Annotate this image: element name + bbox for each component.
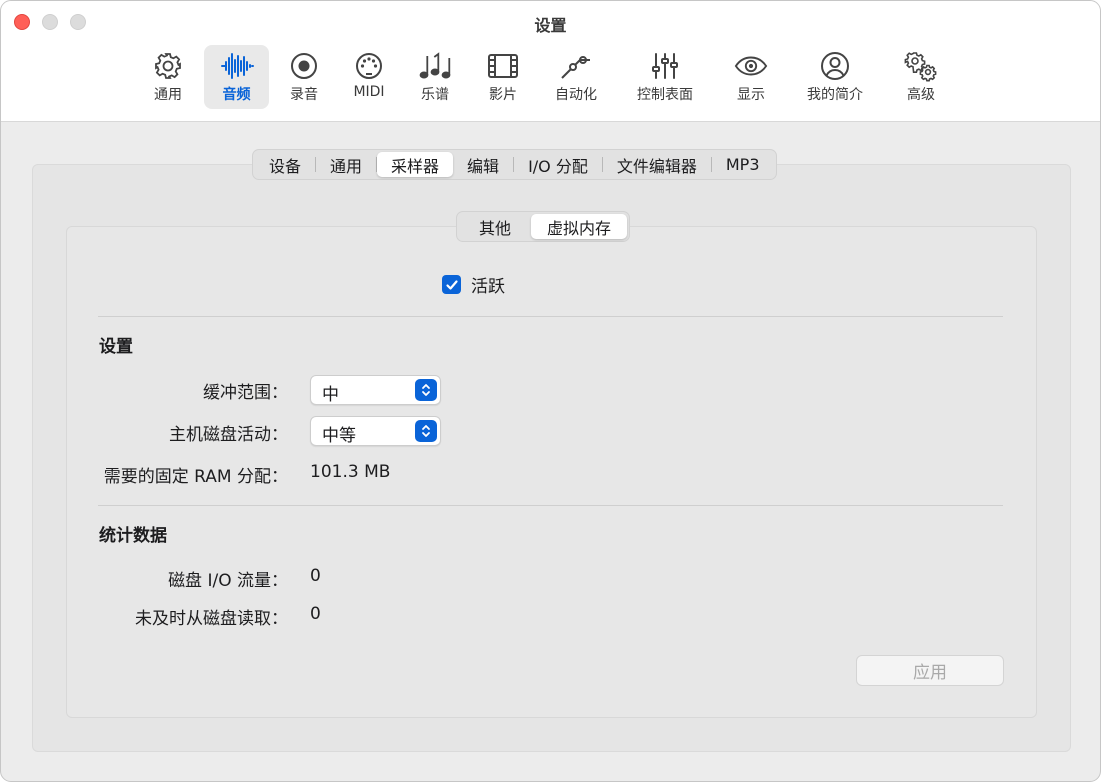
toolbar-item-advanced[interactable]: 高级 [897, 45, 945, 109]
toolbar-item-score[interactable]: 乐谱 [411, 45, 459, 109]
divider [98, 316, 1003, 317]
toolbar-item-my-info[interactable]: 我的简介 [799, 45, 871, 109]
checkmark-icon [445, 279, 458, 290]
toolbar-label-control-surfaces: 控制表面 [637, 87, 693, 103]
preferences-window: 设置 通用 音频 录音 MIDI 乐谱 影片 自动化 控制表面 显示 我的简介 … [0, 0, 1101, 782]
toolbar-label-midi: MIDI [353, 84, 385, 100]
sampler-subtab-bar: 其他 虚拟内存 [456, 211, 631, 242]
audio-tab-bar: 设备 通用 采样器 编辑 I/O 分配 文件编辑器 MP3 [252, 149, 777, 180]
toolbar-label-automation: 自动化 [555, 87, 597, 103]
automation-curve-icon [556, 49, 596, 83]
toolbar-item-general[interactable]: 通用 [144, 45, 192, 109]
late-reads-label: 未及时从磁盘读取： [135, 609, 288, 629]
buffer-range-popup[interactable]: 中 [310, 375, 441, 405]
midi-connector-icon [349, 49, 389, 83]
preferences-toolbar: 通用 音频 录音 MIDI 乐谱 影片 自动化 控制表面 显示 我的简介 高级 [1, 45, 1100, 111]
toolbar-item-recording[interactable]: 录音 [280, 45, 328, 109]
person-circle-icon [815, 49, 855, 83]
subtab-virtual-memory[interactable]: 虚拟内存 [531, 214, 628, 239]
toolbar-item-automation[interactable]: 自动化 [548, 45, 604, 109]
disk-io-label: 磁盘 I/O 流量： [168, 571, 288, 591]
film-icon [483, 49, 523, 83]
toolbar-label-my-info: 我的简介 [807, 87, 863, 103]
music-notes-icon [415, 49, 455, 83]
gear-icon [148, 49, 188, 83]
toolbar-item-audio[interactable]: 音频 [204, 45, 269, 109]
active-checkbox[interactable] [442, 275, 461, 294]
fixed-ram-label: 需要的固定 RAM 分配： [103, 467, 288, 487]
toolbar-label-general: 通用 [154, 87, 182, 103]
chevron-updown-icon [415, 420, 437, 442]
host-disk-activity-popup[interactable]: 中等 [310, 416, 441, 446]
host-disk-activity-label: 主机磁盘活动： [169, 425, 288, 445]
toolbar-item-midi[interactable]: MIDI [345, 45, 393, 109]
active-checkbox-row[interactable]: 活跃 [442, 272, 505, 297]
gears-icon [901, 49, 941, 83]
fixed-ram-value: 101.3 MB [310, 462, 391, 482]
toolbar-label-score: 乐谱 [421, 87, 449, 103]
titlebar: 设置 通用 音频 录音 MIDI 乐谱 影片 自动化 控制表面 显示 我的简介 … [1, 1, 1100, 122]
apply-button[interactable]: 应用 [856, 655, 1004, 686]
tab-file-editor[interactable]: 文件编辑器 [603, 152, 711, 177]
toolbar-label-display: 显示 [737, 87, 765, 103]
statistics-section-title: 统计数据 [99, 526, 167, 546]
tab-devices[interactable]: 设备 [255, 152, 315, 177]
toolbar-label-movie: 影片 [489, 87, 517, 103]
buffer-range-value: 中 [322, 385, 339, 405]
toolbar-item-control-surfaces[interactable]: 控制表面 [629, 45, 701, 109]
toolbar-label-recording: 录音 [290, 87, 318, 103]
tab-general[interactable]: 通用 [316, 152, 376, 177]
eye-icon [731, 49, 771, 83]
toolbar-label-audio: 音频 [222, 87, 251, 103]
settings-section-title: 设置 [99, 337, 133, 357]
record-icon [284, 49, 324, 83]
disk-io-value: 0 [310, 566, 321, 586]
tab-mp3[interactable]: MP3 [712, 152, 774, 177]
buffer-range-label: 缓冲范围： [203, 383, 288, 403]
tab-editing[interactable]: 编辑 [453, 152, 513, 177]
chevron-updown-icon [415, 379, 437, 401]
active-checkbox-label: 活跃 [471, 277, 505, 297]
window-title: 设置 [534, 16, 567, 35]
waveform-icon [217, 49, 257, 83]
late-reads-value: 0 [310, 604, 321, 624]
sliders-icon [645, 49, 685, 83]
tab-sampler[interactable]: 采样器 [377, 152, 454, 177]
host-disk-activity-value: 中等 [322, 426, 356, 446]
toolbar-label-advanced: 高级 [907, 87, 935, 103]
toolbar-item-display[interactable]: 显示 [727, 45, 775, 109]
tab-io-assignments[interactable]: I/O 分配 [514, 152, 602, 177]
divider [98, 505, 1003, 506]
toolbar-item-movie[interactable]: 影片 [479, 45, 527, 109]
subtab-other[interactable]: 其他 [459, 214, 531, 239]
